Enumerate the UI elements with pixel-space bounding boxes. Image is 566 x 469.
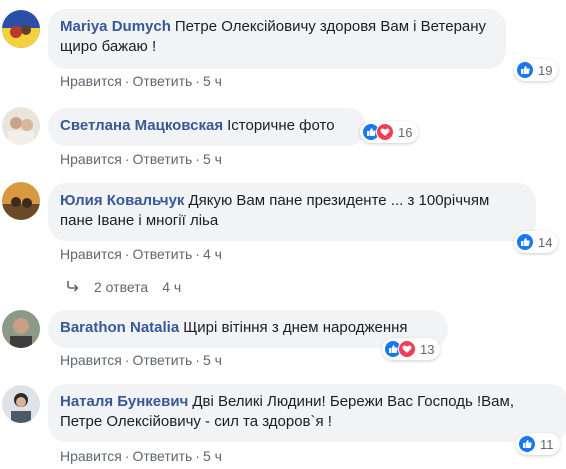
like-link[interactable]: Нравится [60, 73, 122, 89]
comment-author[interactable]: Barathon Natalia [60, 319, 179, 336]
reply-link[interactable]: Ответить [132, 246, 192, 262]
comment-text: Щирі вітіння з днем народження [183, 319, 408, 336]
comment-actions: Нравится · Ответить · 5 ч [60, 352, 222, 368]
comment-bubble: Светлана Мацковская Історичне фото [48, 108, 366, 146]
comment-time[interactable]: 4 ч [203, 246, 222, 262]
comment-actions: Нравится · Ответить · 5 ч [60, 448, 222, 464]
avatar[interactable] [2, 182, 40, 220]
like-icon [516, 233, 534, 251]
replies-time: 4 ч [162, 279, 182, 295]
like-link[interactable]: Нравится [60, 448, 122, 464]
reactions-summary[interactable]: 19 [514, 59, 559, 81]
comment-time[interactable]: 5 ч [203, 448, 222, 464]
reaction-count: 13 [420, 341, 435, 357]
view-replies-link[interactable]: 2 ответа 4 ч [66, 279, 181, 295]
reply-link[interactable]: Ответить [132, 151, 192, 167]
reply-arrow-icon [66, 279, 80, 295]
avatar[interactable] [2, 107, 40, 145]
reactions-summary[interactable]: 14 [514, 231, 559, 253]
avatar[interactable] [2, 385, 40, 423]
comment-author[interactable]: Светлана Мацковская [60, 117, 223, 134]
replies-count[interactable]: 2 ответа [94, 279, 148, 295]
comment-author[interactable]: Mariya Dumych [60, 18, 171, 35]
comment-actions: Нравится · Ответить · 4 ч [60, 246, 222, 262]
avatar[interactable] [2, 310, 40, 348]
love-icon [376, 123, 394, 141]
comment-time[interactable]: 5 ч [203, 352, 222, 368]
like-icon [516, 61, 534, 79]
comment-time[interactable]: 5 ч [203, 73, 222, 89]
reaction-count: 19 [538, 62, 553, 78]
comment-actions: Нравится · Ответить · 5 ч [60, 151, 222, 167]
comment-bubble: Наталя Бункевич Дві Великі Людини! Бережи… [48, 384, 566, 442]
reactions-summary[interactable]: 16 [360, 121, 419, 143]
reaction-count: 16 [398, 124, 413, 140]
comment-text: Історичне фото [227, 117, 335, 134]
love-icon [398, 340, 416, 358]
reactions-summary[interactable]: 11 [516, 433, 560, 455]
comment-bubble: Mariya Dumych Петре Олексійовичу здоровя … [48, 9, 506, 69]
like-link[interactable]: Нравится [60, 352, 122, 368]
like-link[interactable]: Нравится [60, 151, 122, 167]
comment-author[interactable]: Наталя Бункевич [60, 393, 188, 410]
like-icon [518, 435, 536, 453]
reaction-count: 11 [540, 436, 554, 452]
reply-link[interactable]: Ответить [132, 73, 192, 89]
reaction-count: 14 [538, 234, 553, 250]
reply-link[interactable]: Ответить [132, 352, 192, 368]
avatar[interactable] [2, 10, 40, 48]
like-link[interactable]: Нравится [60, 246, 122, 262]
comment-bubble: Юлия Ковальчук Дякую Вам пане президенте … [48, 183, 536, 241]
reactions-summary[interactable]: 13 [382, 338, 441, 360]
comment-actions: Нравится · Ответить · 5 ч [60, 73, 222, 89]
comment-author[interactable]: Юлия Ковальчук [60, 192, 184, 209]
reply-link[interactable]: Ответить [132, 448, 192, 464]
comment-time[interactable]: 5 ч [203, 151, 222, 167]
